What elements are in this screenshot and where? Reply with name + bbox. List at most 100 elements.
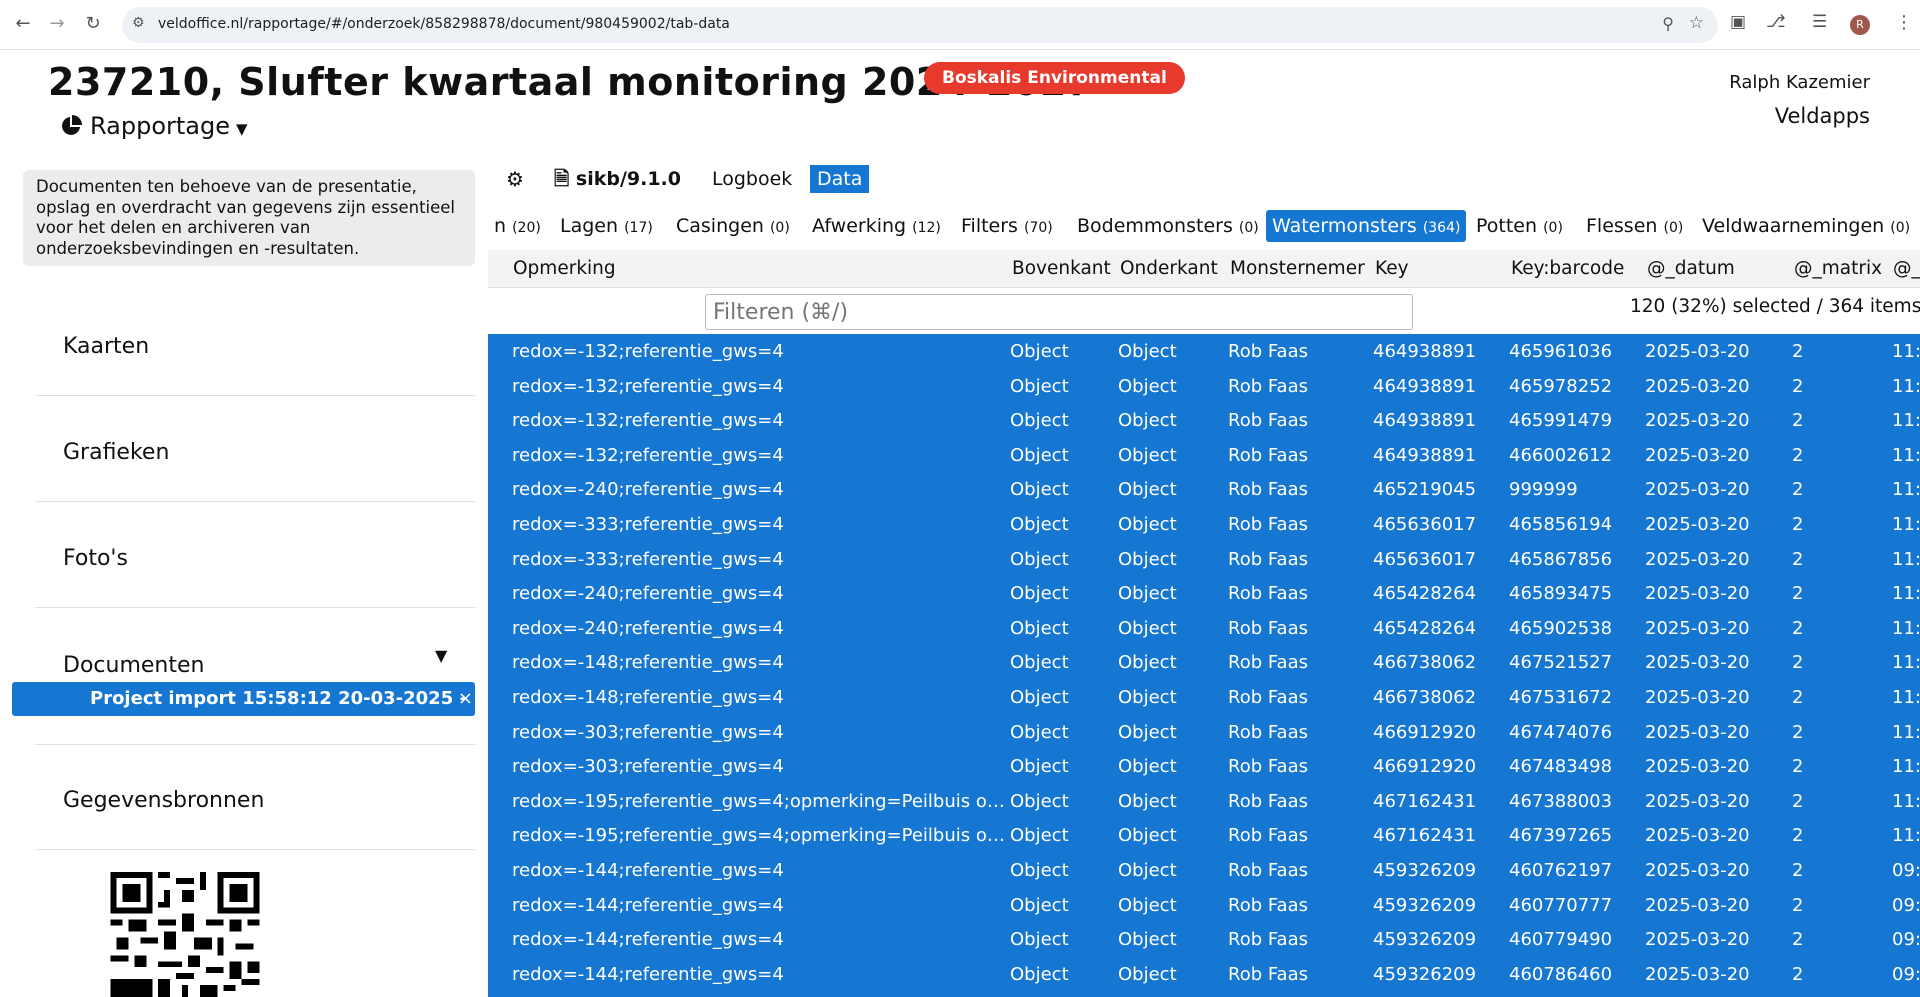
filter-input[interactable] — [705, 294, 1413, 330]
cell-datum: 2025-03-20 — [1645, 687, 1750, 708]
cell-matrix: 2 — [1792, 963, 1804, 985]
table-row[interactable]: redox=-132;referentie_gws=4 Object Object R… — [488, 335, 1920, 370]
cell-opmerking: redox=-333;referentie_gws=4 — [512, 514, 784, 535]
address-bar[interactable]: ⚙ veldoffice.nl/rapportage/#/onderzoek/8… — [122, 7, 1718, 43]
column-header-matrix[interactable]: @_matrix — [1794, 250, 1882, 288]
cell-opmerking: redox=-195;referentie_gws=4;opmerking=Pe… — [512, 790, 1005, 812]
browser-menu-icon[interactable]: ⋮ — [1895, 12, 1913, 33]
logboek-tab[interactable]: Logboek — [712, 164, 792, 194]
table-header: Opmerking Bovenkant Onderkant Monsternem… — [488, 250, 1920, 288]
bookmark-star-icon[interactable]: ☆ — [1689, 13, 1704, 33]
screenshot-icon[interactable]: ▣ — [1730, 12, 1746, 32]
table-row[interactable]: redox=-240;referentie_gws=4 Object Object R… — [488, 577, 1920, 612]
cell-matrix: 2 — [1792, 444, 1804, 466]
cell-onderkant: Object — [1118, 894, 1177, 916]
tab-count: (0) — [1890, 220, 1911, 236]
site-info-icon[interactable]: ⚙ — [132, 15, 145, 31]
cell-matrix: 2 — [1792, 756, 1804, 778]
cell-barcode: 465893475 — [1509, 583, 1613, 605]
column-header-bovenkant[interactable]: Bovenkant — [1012, 250, 1111, 288]
table-row[interactable]: redox=-240;referentie_gws=4 Object Object R… — [488, 473, 1920, 508]
user-name[interactable]: Ralph Kazemier — [1729, 72, 1870, 93]
table-row[interactable]: redox=-132;referentie_gws=4 Object Object R… — [488, 370, 1920, 405]
extensions-icon[interactable]: ⎇ — [1766, 12, 1786, 32]
media-controls-icon[interactable]: ☰ — [1812, 12, 1827, 32]
cell-key: 466912920 — [1373, 756, 1477, 778]
settings-gear-icon[interactable]: ⚙ — [506, 164, 524, 194]
zoom-icon[interactable]: ⚲ — [1662, 14, 1674, 33]
sidebar-item-gegevensbronnen[interactable]: Gegevensbronnen — [35, 744, 475, 850]
data-table[interactable]: redox=-132;referentie_gws=4 Object Object R… — [488, 334, 1920, 997]
column-header-tijd[interactable]: @_t — [1893, 250, 1920, 288]
column-header-onderkant[interactable]: Onderkant — [1120, 250, 1218, 288]
cell-monsternemer: Rob Faas — [1228, 514, 1308, 535]
reload-icon[interactable]: ↻ — [80, 11, 106, 37]
table-row[interactable]: redox=-240;referentie_gws=4 Object Object R… — [488, 612, 1920, 647]
caret-down-icon[interactable]: ▼ — [435, 646, 447, 665]
tab-filters[interactable]: Filters (70) — [955, 210, 1059, 242]
column-header-key[interactable]: Key — [1375, 250, 1409, 288]
tab-veldwaarnemingen[interactable]: Veldwaarnemingen (0) — [1696, 210, 1916, 242]
column-header-opmerking[interactable]: Opmerking — [513, 250, 616, 288]
tab-potten[interactable]: Potten (0) — [1470, 210, 1569, 242]
cell-datum: 2025-03-20 — [1645, 410, 1750, 432]
tab-bodemmonsters[interactable]: Bodemmonsters (0) — [1071, 210, 1265, 242]
tab-casingen[interactable]: Casingen (0) — [670, 210, 796, 242]
cell-barcode: 467483498 — [1509, 756, 1613, 778]
tab-afwerking[interactable]: Afwerking (12) — [806, 210, 947, 242]
sidebar-item-kaarten[interactable]: Kaarten — [35, 290, 475, 396]
table-row[interactable]: redox=-195;referentie_gws=4;opmerking=Pe… — [488, 785, 1920, 820]
table-row[interactable]: redox=-144;referentie_gws=4 Object Object R… — [488, 923, 1920, 958]
cell-barcode: 466002612 — [1509, 444, 1613, 466]
cell-barcode: 467397265 — [1509, 825, 1613, 847]
cell-tijd: 09: — [1892, 963, 1920, 985]
tab-label: Bodemmonsters — [1077, 215, 1233, 237]
table-row[interactable]: redox=-303;referentie_gws=4 Object Object R… — [488, 716, 1920, 751]
tab-partial[interactable]: n (20) — [488, 210, 547, 242]
sidebar-item-fotos[interactable]: Foto's — [35, 502, 475, 608]
table-row[interactable]: redox=-132;referentie_gws=4 Object Object R… — [488, 439, 1920, 474]
column-header-datum[interactable]: @_datum — [1647, 250, 1735, 288]
table-row[interactable]: redox=-333;referentie_gws=4 Object Object R… — [488, 508, 1920, 543]
tab-lagen[interactable]: Lagen (17) — [554, 210, 659, 242]
tab-flessen[interactable]: Flessen (0) — [1580, 210, 1689, 242]
url-text[interactable]: veldoffice.nl/rapportage/#/onderzoek/858… — [158, 16, 730, 32]
company-badge[interactable]: Boskalis Environmental — [924, 62, 1185, 94]
column-header-key-barcode[interactable]: Key:barcode — [1511, 250, 1624, 288]
tab-label: Flessen — [1586, 215, 1658, 237]
cell-monsternemer: Rob Faas — [1228, 790, 1308, 812]
cell-matrix: 2 — [1792, 790, 1804, 812]
tab-watermonsters[interactable]: Watermonsters (364) — [1266, 210, 1467, 242]
profile-avatar[interactable]: R — [1850, 15, 1870, 35]
sidebar-item-label: Kaarten — [63, 334, 150, 359]
cell-opmerking: redox=-148;referentie_gws=4 — [512, 652, 784, 674]
table-row[interactable]: redox=-144;referentie_gws=4 Object Object R… — [488, 854, 1920, 889]
cell-datum: 2025-03-20 — [1645, 825, 1750, 847]
document-item-selected[interactable]: Project import 15:58:12 20-03-2025 - × — [12, 682, 475, 716]
tab-label: Afwerking — [812, 215, 907, 237]
data-tab[interactable]: Data — [810, 165, 870, 193]
close-icon[interactable]: × — [458, 682, 473, 716]
back-arrow-icon[interactable]: ← — [10, 11, 36, 37]
module-dropdown[interactable]: Rapportage ▼ — [60, 112, 248, 140]
table-row[interactable]: redox=-132;referentie_gws=4 Object Object R… — [488, 404, 1920, 439]
table-row[interactable]: redox=-195;referentie_gws=4;opmerking=Pe… — [488, 819, 1920, 854]
column-header-monsternemer[interactable]: Monsternemer — [1230, 250, 1365, 288]
caret-down-icon: ▼ — [236, 120, 248, 138]
cell-tijd: 11: — [1892, 825, 1920, 847]
table-row[interactable]: redox=-148;referentie_gws=4 Object Object R… — [488, 646, 1920, 681]
cell-bovenkant: Object — [1010, 825, 1069, 847]
sidebar-item-grafieken[interactable]: Grafieken — [35, 396, 475, 502]
cell-matrix: 2 — [1792, 514, 1804, 535]
table-row[interactable]: redox=-333;referentie_gws=4 Object Object R… — [488, 543, 1920, 578]
table-row[interactable]: redox=-303;referentie_gws=4 Object Object R… — [488, 750, 1920, 785]
cell-matrix: 2 — [1792, 479, 1804, 501]
table-row[interactable]: redox=-144;referentie_gws=4 Object Object R… — [488, 958, 1920, 993]
forward-arrow-icon[interactable]: → — [44, 11, 70, 37]
cell-bovenkant: Object — [1010, 790, 1069, 812]
cell-matrix: 2 — [1792, 860, 1804, 881]
format-selector[interactable]: 🗎 sikb/9.1.0 — [554, 164, 681, 194]
table-row[interactable]: redox=-148;referentie_gws=4 Object Object R… — [488, 681, 1920, 716]
table-row[interactable]: redox=-144;referentie_gws=4 Object Object R… — [488, 889, 1920, 924]
cell-bovenkant: Object — [1010, 860, 1069, 881]
